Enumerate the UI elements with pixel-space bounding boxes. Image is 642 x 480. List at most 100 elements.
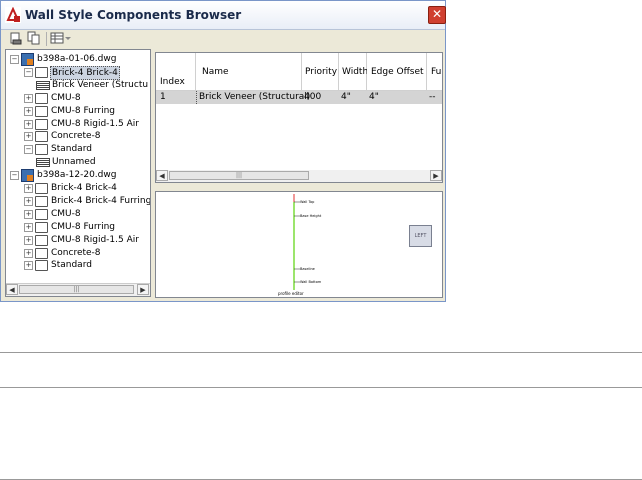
baseline-label: Baseline [300,267,315,271]
tree-item-label[interactable]: Concrete-8 [50,130,102,142]
components-grid[interactable]: Index Name Priority Width Edge Offset Fu… [155,52,443,183]
tree-item-label[interactable]: Unnamed [51,156,97,168]
drawing-file-icon [21,53,34,66]
tree-item[interactable]: + CMU-8 Rigid-1.5 Air [6,118,150,131]
collapse-icon[interactable]: − [10,171,19,181]
profile-label: profile editor [278,291,304,296]
tree-item[interactable]: + Brick-4 Brick-4 Furring [6,195,150,208]
collapse-icon[interactable]: − [10,55,19,64]
scroll-right-arrow-icon[interactable]: ▶ [430,170,442,181]
tree-item[interactable]: − Standard [6,143,150,156]
tree-item[interactable]: Brick Veneer (Structu [6,79,150,92]
tree-item[interactable]: − b398a-12-20.dwg [6,169,150,183]
tree-item-label[interactable]: b398a-12-20.dwg [36,169,117,181]
scroll-left-arrow-icon[interactable]: ◀ [156,170,168,181]
tree-item-label[interactable]: Brick-4 Brick-4 [50,65,120,80]
tree-item-label[interactable]: CMU-8 Rigid-1.5 Air [50,234,140,246]
tree-horizontal-scrollbar[interactable]: ◀ ||| ▶ [6,283,150,296]
cell-priority[interactable]: 400 [302,91,339,104]
tree-item[interactable]: − b398a-01-06.dwg [6,53,150,66]
tree-item[interactable]: Unnamed [6,156,150,169]
collapse-icon[interactable]: − [24,67,33,77]
tree-item[interactable]: − Brick-4 Brick-4 [6,65,150,80]
expand-icon[interactable]: + [24,93,33,103]
expand-icon[interactable]: + [24,248,33,258]
view-left-button[interactable]: LEFT [409,225,432,247]
scroll-right-arrow-icon[interactable]: ▶ [137,284,149,295]
cell-index[interactable]: 1 [158,91,196,104]
folder-icon [35,195,48,207]
grid-horizontal-scrollbar[interactable]: ◀ ||| ▶ [156,170,442,182]
tree-item-label[interactable]: Brick Veneer (Structu [51,79,149,91]
title-bar[interactable]: Wall Style Components Browser ✕ [1,1,446,30]
tree-item[interactable]: + CMU-8 [6,92,150,105]
tree-item[interactable]: + Concrete-8 [6,247,150,260]
expand-icon[interactable]: + [24,235,33,245]
column-header-priority[interactable]: Priority [302,53,339,91]
expand-icon[interactable]: + [24,196,33,206]
expand-icon[interactable]: + [24,209,33,219]
drawing-file-icon [21,169,34,183]
view-options-dropdown-arrow[interactable] [65,37,71,40]
folder-icon [35,234,48,246]
divider-line [0,387,642,388]
column-header-width[interactable]: Width [339,53,368,91]
expand-icon[interactable]: + [24,261,33,271]
expand-icon[interactable]: + [24,106,33,116]
tree-item-label[interactable]: Standard [50,259,93,271]
column-header-name[interactable]: Name [196,53,302,91]
tree-item[interactable]: + Concrete-8 [6,130,150,143]
tree-item[interactable]: + CMU-8 Furring [6,105,150,118]
column-header-function[interactable]: Fu [427,53,442,91]
folder-icon [35,260,48,272]
tree-item-label[interactable]: Concrete-8 [50,247,102,259]
expand-icon[interactable]: + [24,119,33,129]
folder-icon [35,221,48,233]
tree-item-label[interactable]: CMU-8 [50,208,82,220]
tree-item-label[interactable]: Brick-4 Brick-4 [50,182,118,194]
new-component-icon[interactable] [9,31,23,45]
tree-item[interactable]: + Standard [6,259,150,272]
column-header-index[interactable]: Index [156,53,196,91]
toolbar-separator [46,32,47,46]
view-options-icon[interactable] [50,31,64,45]
wall-preview-pane: Wall Top Base Height Baseline Wall Botto… [155,191,443,298]
expand-icon[interactable]: + [24,222,33,232]
close-button[interactable]: ✕ [428,6,446,24]
divider-line [0,352,642,353]
window-title: Wall Style Components Browser [25,8,242,22]
folder-icon [35,247,48,259]
wall-top-label: Wall Top [300,200,315,204]
scrollbar-thumb[interactable]: ||| [19,285,134,294]
folder-icon [35,183,48,194]
tree-item-label[interactable]: CMU-8 Furring [50,105,116,117]
folder-icon [35,131,48,143]
cell-name[interactable]: Brick Veneer (Structural) [196,91,310,104]
folder-icon [35,208,48,220]
expand-icon[interactable]: + [24,132,33,142]
component-tree[interactable]: − b398a-01-06.dwg − Brick-4 Brick-4 Brick Ve… [5,49,151,297]
collapse-icon[interactable]: − [24,145,33,155]
tree-item[interactable]: + CMU-8 [6,208,150,221]
column-header-edge-offset[interactable]: Edge Offset [367,53,427,91]
wall-component-icon [36,80,50,90]
tree-item-label[interactable]: Standard [50,143,93,155]
expand-icon[interactable]: + [24,184,33,193]
tree-item-label[interactable]: b398a-01-06.dwg [36,53,117,65]
wall-style-components-browser-window: Wall Style Components Browser ✕ − b398a-0… [0,0,446,302]
cell-edge-offset[interactable]: 4" [367,91,427,104]
scroll-left-arrow-icon[interactable]: ◀ [6,284,18,295]
copy-component-icon[interactable] [27,31,41,45]
tree-item-label[interactable]: CMU-8 Rigid-1.5 Air [50,118,140,130]
cell-width[interactable]: 4" [339,91,367,104]
folder-icon [35,105,48,117]
cell-function[interactable]: -- [427,91,442,104]
tree-item[interactable]: + Brick-4 Brick-4 [6,182,150,195]
tree-item[interactable]: + CMU-8 Furring [6,221,150,234]
tree-item-label[interactable]: Brick-4 Brick-4 Furring [50,195,150,207]
wall-component-icon [36,158,50,168]
tree-item[interactable]: + CMU-8 Rigid-1.5 Air [6,234,150,247]
tree-item-label[interactable]: CMU-8 Furring [50,221,116,233]
tree-item-label[interactable]: CMU-8 [50,92,82,104]
scrollbar-thumb[interactable]: ||| [169,171,309,180]
